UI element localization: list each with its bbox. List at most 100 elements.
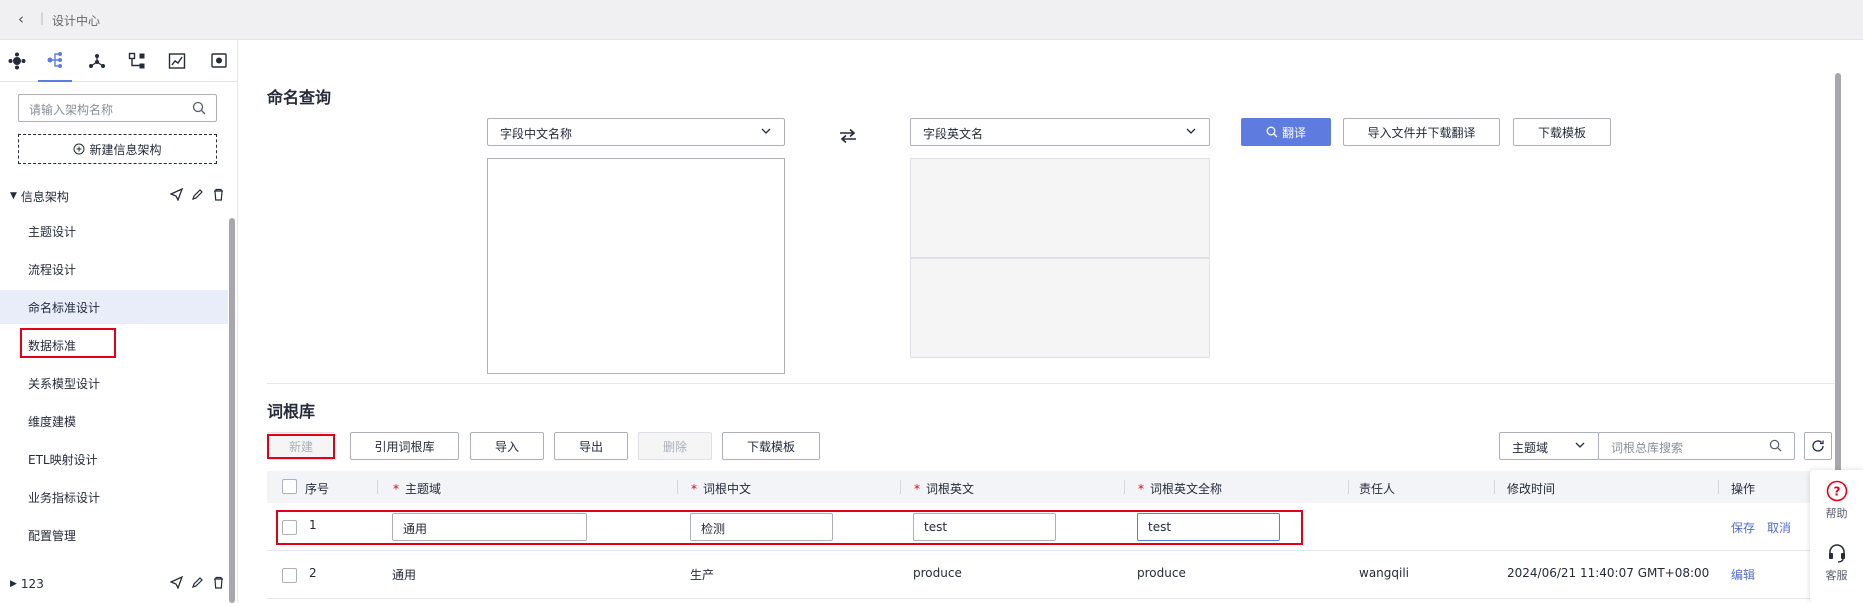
row-en-full: produce (1137, 566, 1186, 580)
table-row: 2 通用 生产 produce produce wangqili 2024/06… (267, 551, 1840, 599)
row-checkbox[interactable] (282, 568, 297, 583)
import-translate-button[interactable]: 导入文件并下载翻译 (1343, 118, 1500, 146)
refresh-icon (1812, 440, 1824, 452)
import-translate-label: 导入文件并下载翻译 (1367, 125, 1476, 140)
api-icon (211, 53, 227, 68)
column-divider (677, 480, 678, 494)
highlight-box (20, 328, 116, 358)
save-link[interactable]: 保存 (1731, 519, 1755, 536)
sidebar-scrollbar[interactable] (229, 218, 235, 603)
highlight-box (267, 434, 335, 459)
tree-root-label: 信息架构 (20, 189, 69, 204)
column-header-owner: 责任人 (1359, 482, 1396, 496)
sidebar-item-label: 业务指标设计 (28, 490, 101, 505)
sidebar-item-process-design[interactable]: 流程设计 (0, 252, 228, 286)
cancel-link[interactable]: 取消 (1767, 519, 1791, 536)
new-architecture-button[interactable]: 新建信息架构 (18, 134, 217, 164)
float-panel: ? 帮助 客服 (1810, 470, 1863, 603)
sidebar-item-naming-standard[interactable]: 命名标准设计 (0, 290, 228, 324)
sidebar-item-subject-design[interactable]: 主题设计 (0, 214, 228, 248)
highlight-box (276, 510, 1303, 545)
tab-flow[interactable] (120, 40, 154, 82)
translate-button[interactable]: 翻译 (1241, 118, 1331, 146)
field-cn-name-select[interactable]: 字段中文名称 (487, 118, 785, 146)
tree-root-label: 123 (20, 577, 44, 591)
naming-query-title: 命名查询 (267, 88, 332, 107)
tree-root-actions (170, 188, 225, 201)
edit-icon[interactable] (191, 188, 204, 201)
select-all-checkbox[interactable] (282, 479, 297, 494)
sidebar-item-relational-model[interactable]: 关系模型设计 (0, 366, 228, 400)
sidebar: 请输入架构名称 新建信息架构 ▼ 信息架构 主题设计 流程设计 命名标准设计 数… (0, 40, 238, 603)
select-value: 主题域 (1512, 441, 1549, 455)
sidebar-tabs (0, 40, 238, 82)
chevron-down-icon (1575, 442, 1585, 448)
tree-root-info-architecture[interactable]: ▼ 信息架构 (10, 184, 225, 208)
edit-link[interactable]: 编辑 (1731, 566, 1755, 583)
headset-icon (1828, 544, 1845, 563)
download-template-button[interactable]: 下载模板 (722, 432, 820, 460)
sidebar-item-label: ETL映射设计 (28, 452, 98, 467)
search-icon[interactable] (192, 101, 206, 115)
import-button[interactable]: 导入 (470, 432, 544, 460)
delete-label: 删除 (662, 439, 687, 454)
column-divider (377, 480, 378, 494)
help-label: 帮助 (1825, 507, 1848, 520)
tree-root-actions (170, 576, 225, 589)
edit-icon[interactable] (191, 576, 204, 589)
customer-service-button[interactable]: 客服 (1810, 542, 1863, 583)
sidebar-item-label: 主题设计 (28, 224, 77, 239)
row-cn: 生产 (690, 568, 715, 582)
architecture-search-input[interactable]: 请输入架构名称 (18, 94, 217, 122)
en-name-result-1 (910, 158, 1210, 258)
quote-root-library-button[interactable]: 引用词根库 (350, 432, 459, 460)
column-divider (1348, 480, 1349, 494)
refresh-button[interactable] (1804, 432, 1832, 460)
tab-report[interactable] (160, 40, 194, 82)
sidebar-item-dimension-modeling[interactable]: 维度建模 (0, 404, 228, 438)
sidebar-item-etl-mapping[interactable]: ETL映射设计 (0, 442, 228, 476)
tab-model[interactable] (80, 40, 114, 82)
back-icon[interactable]: ‹ (18, 10, 24, 28)
root-library-title: 词根库 (267, 402, 316, 421)
column-header-modified: 修改时间 (1507, 482, 1556, 496)
caret-down-icon[interactable]: ▼ (10, 191, 17, 201)
column-header-actions: 操作 (1731, 482, 1756, 496)
column-header-en-full: * 词根英文全称 (1138, 482, 1223, 496)
swap-icon[interactable] (838, 128, 858, 144)
field-en-name-select[interactable]: 字段英文名 (910, 118, 1210, 146)
column-header-en: * 词根英文 (914, 482, 975, 496)
delete-button[interactable]: 删除 (638, 432, 712, 460)
cluster-icon (8, 52, 26, 70)
search-placeholder: 词根总库搜索 (1611, 441, 1684, 455)
publish-icon[interactable] (170, 576, 183, 589)
delete-icon[interactable] (212, 188, 225, 201)
domain-filter-select[interactable]: 主题域 (1499, 432, 1599, 460)
column-header-domain: * 主题域 (393, 482, 442, 496)
new-architecture-label: 新建信息架构 (89, 142, 162, 157)
tab-api[interactable] (202, 40, 236, 82)
service-label: 客服 (1825, 569, 1848, 582)
search-icon[interactable] (1769, 439, 1782, 452)
page-title: 设计中心 (52, 14, 101, 28)
delete-icon[interactable] (212, 576, 225, 589)
tree-root-123[interactable]: ▶ 123 (10, 572, 225, 596)
help-button[interactable]: ? 帮助 (1810, 480, 1863, 521)
download-template-button[interactable]: 下载模板 (1513, 118, 1611, 146)
root-search-input[interactable]: 词根总库搜索 (1598, 432, 1795, 460)
caret-right-icon[interactable]: ▶ (10, 579, 17, 589)
sidebar-item-label: 配置管理 (28, 528, 77, 543)
sidebar-item-config[interactable]: 配置管理 (0, 518, 228, 552)
report-icon (168, 53, 186, 69)
network-icon (89, 54, 105, 68)
quote-label: 引用词根库 (374, 439, 435, 454)
plus-circle-icon (73, 143, 85, 155)
publish-icon[interactable] (170, 188, 183, 201)
sidebar-item-business-metrics[interactable]: 业务指标设计 (0, 480, 228, 514)
translate-label: 翻译 (1281, 125, 1306, 140)
tab-architecture[interactable] (0, 40, 34, 82)
tab-tree[interactable] (38, 40, 72, 82)
export-button[interactable]: 导出 (554, 432, 628, 460)
cn-name-textarea[interactable] (487, 158, 785, 374)
help-icon: ? (1826, 480, 1847, 502)
